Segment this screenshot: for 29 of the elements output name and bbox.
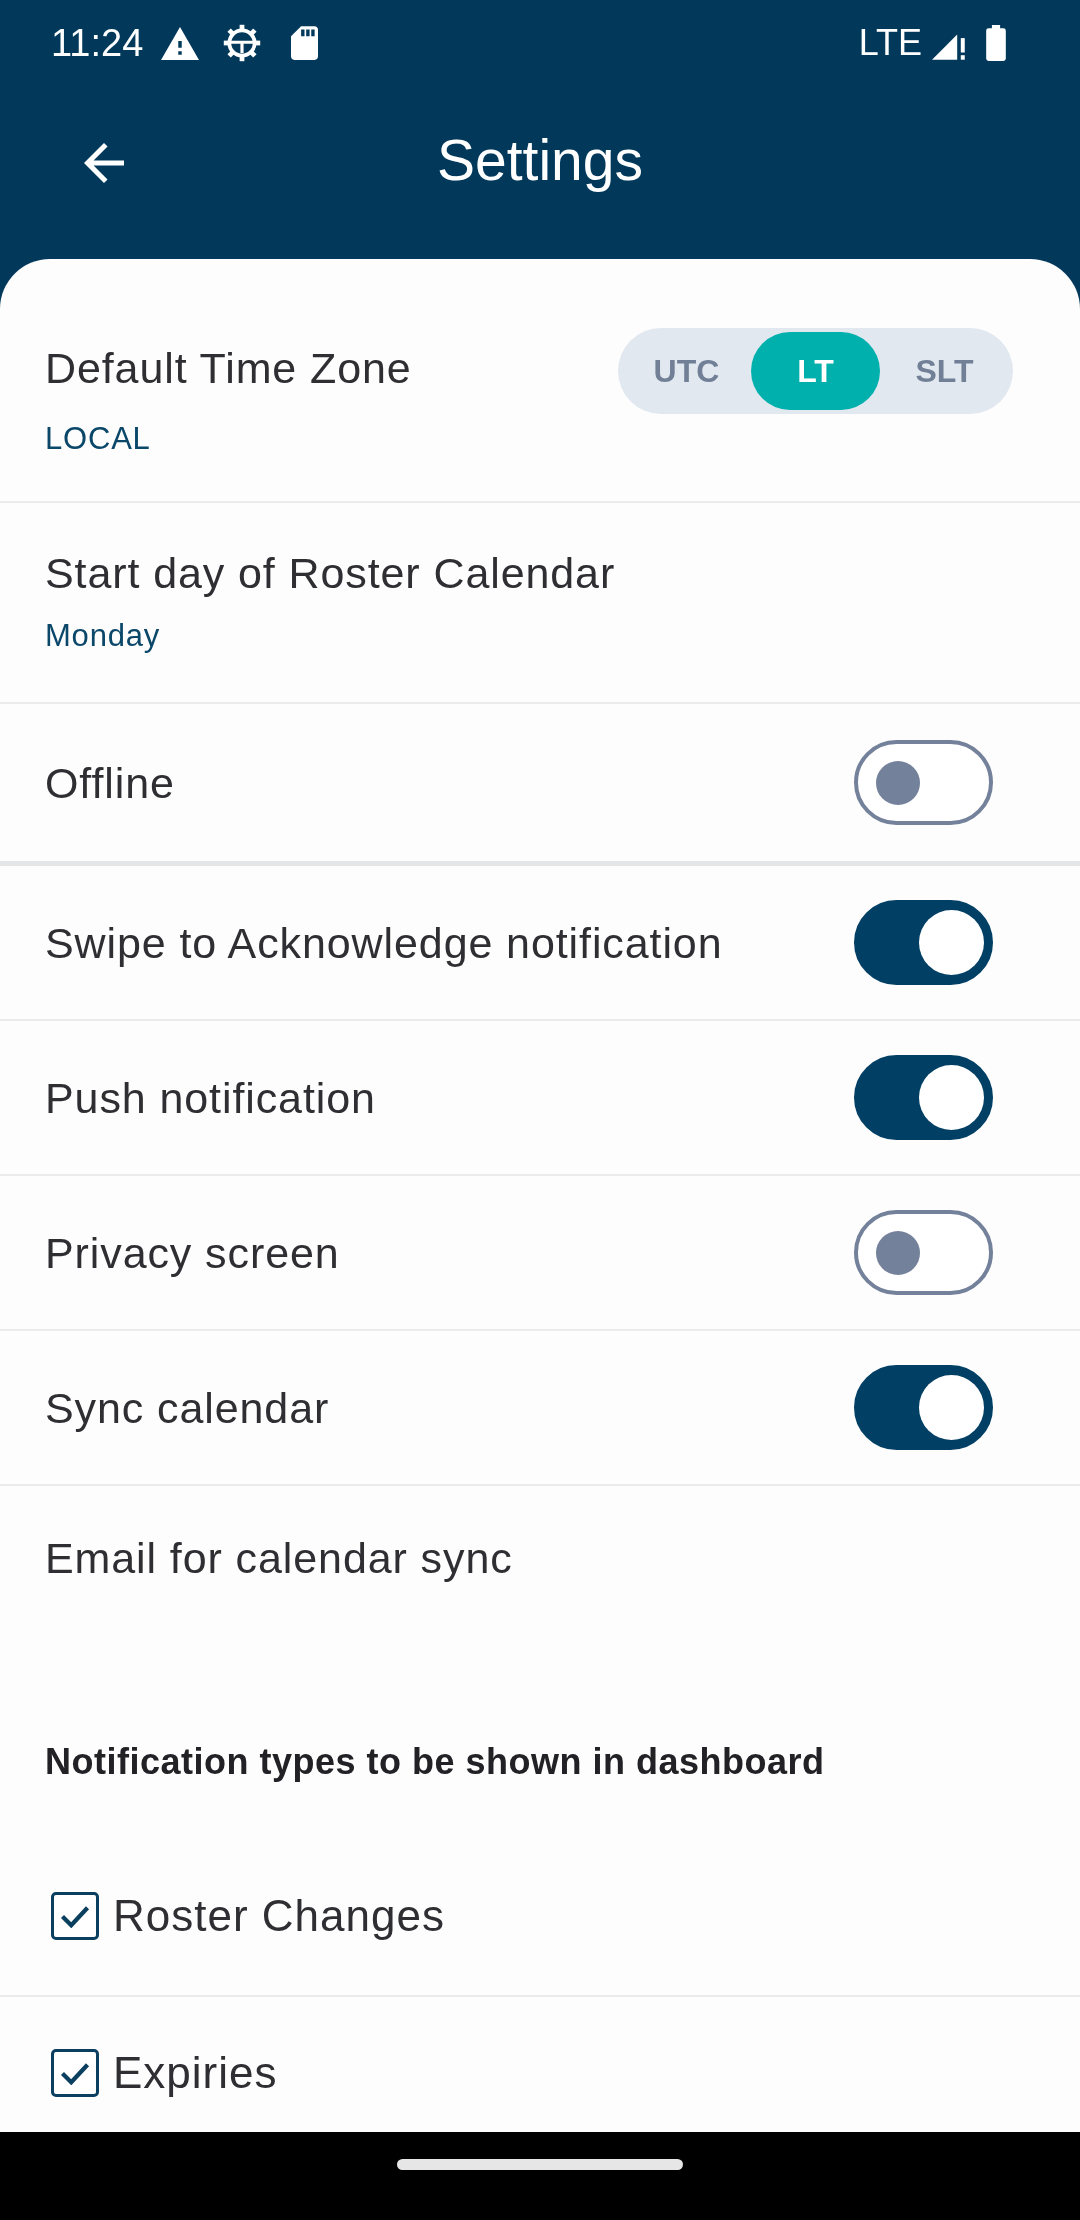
checkbox[interactable] [51, 1892, 99, 1940]
checkbox-label: Roster Changes [113, 1890, 445, 1942]
check-icon [60, 2061, 90, 2085]
setting-value: LOCAL [45, 420, 151, 458]
warning-icon [161, 26, 200, 60]
screen-title: Settings [437, 130, 643, 190]
check-icon [60, 1904, 90, 1928]
setting-label: Push notification [45, 1072, 376, 1124]
setting-label: Swipe to Acknowledge notification [45, 917, 723, 969]
setting-label: Offline [45, 757, 175, 809]
setting-label: Privacy screen [45, 1227, 340, 1279]
setting-label: Sync calendar [45, 1382, 330, 1434]
segment-option[interactable]: UTC [622, 332, 751, 410]
home-handle[interactable] [397, 2159, 683, 2170]
setting-label: Email for calendar sync [45, 1533, 513, 1584]
gear-icon [223, 24, 262, 62]
checkbox-label: Expiries [113, 2047, 278, 2099]
setting-label: Default Time Zone [45, 343, 412, 394]
battery-icon [986, 25, 1006, 61]
sd-card-icon [291, 26, 319, 60]
setting-label: Start day of Roster Calendar [45, 548, 616, 599]
segment-option[interactable]: SLT [880, 332, 1009, 410]
section-heading: Notification types to be shown in dashboard [45, 1740, 825, 1784]
network-type-text: LTE [858, 22, 922, 64]
checkbox[interactable] [51, 2049, 99, 2097]
time-text: 11:24 [51, 21, 144, 65]
setting-value: Monday [45, 617, 161, 655]
back-arrow-icon [84, 143, 124, 183]
segment-option[interactable]: LT [751, 332, 880, 410]
